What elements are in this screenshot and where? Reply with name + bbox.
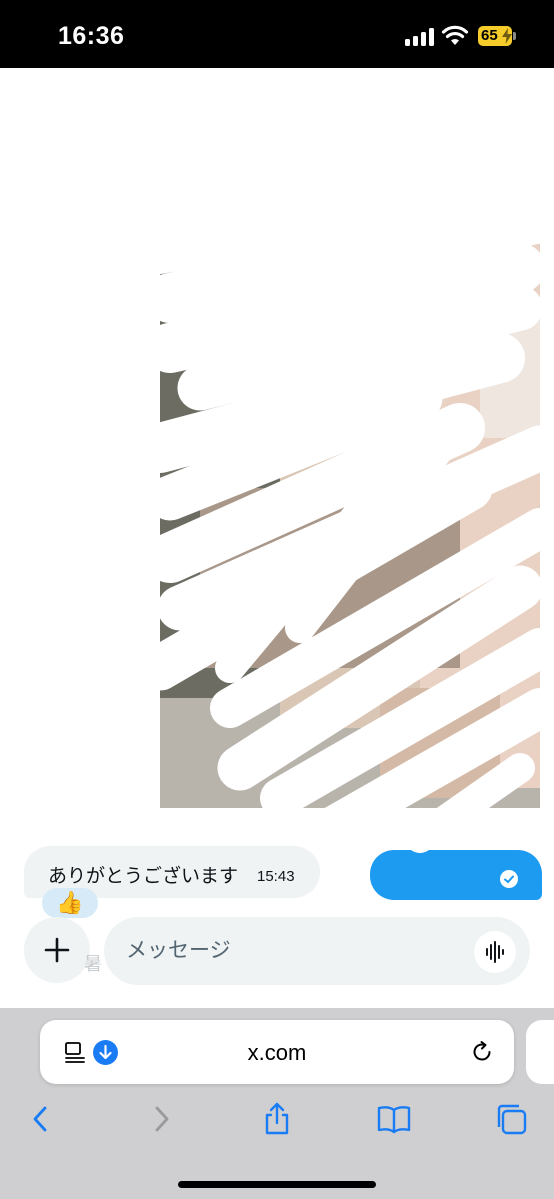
next-tab-preview[interactable] [526, 1020, 554, 1084]
home-indicator[interactable] [178, 1181, 376, 1188]
reader-mode-icon[interactable] [64, 1040, 88, 1064]
forward-chevron-icon[interactable] [144, 1102, 178, 1136]
voice-message-button[interactable] [474, 931, 516, 973]
battery-level: 65 [481, 27, 498, 44]
url-text[interactable]: x.com [200, 1040, 354, 1066]
voice-waveform-icon [486, 941, 504, 963]
battery-charging-icon: 65 [478, 26, 516, 46]
bookmarks-icon[interactable] [377, 1102, 411, 1136]
thumbs-up-reaction[interactable]: 👍 [42, 888, 98, 918]
redacted-media-image [0, 68, 554, 868]
message-timestamp: 15:43 [257, 868, 295, 885]
status-time: 16:36 [58, 22, 125, 50]
status-bar: 16:36 65 [0, 0, 554, 68]
conversation-area: ありがとうございます 15:43 👍 [0, 68, 554, 1008]
back-chevron-icon[interactable] [24, 1102, 58, 1136]
cellular-signal-icon [405, 28, 435, 46]
message-input[interactable] [104, 917, 530, 985]
add-attachment-button[interactable] [24, 917, 90, 983]
plus-icon [44, 937, 70, 963]
share-icon[interactable] [260, 1102, 294, 1136]
read-receipt-icon [500, 870, 518, 888]
composer-hint-char: 暑 [84, 954, 102, 974]
wifi-icon [441, 25, 469, 45]
reload-icon[interactable] [470, 1040, 494, 1064]
download-icon[interactable] [93, 1040, 118, 1065]
received-message-text: ありがとうございます [48, 866, 239, 887]
tabs-icon[interactable] [494, 1102, 528, 1136]
